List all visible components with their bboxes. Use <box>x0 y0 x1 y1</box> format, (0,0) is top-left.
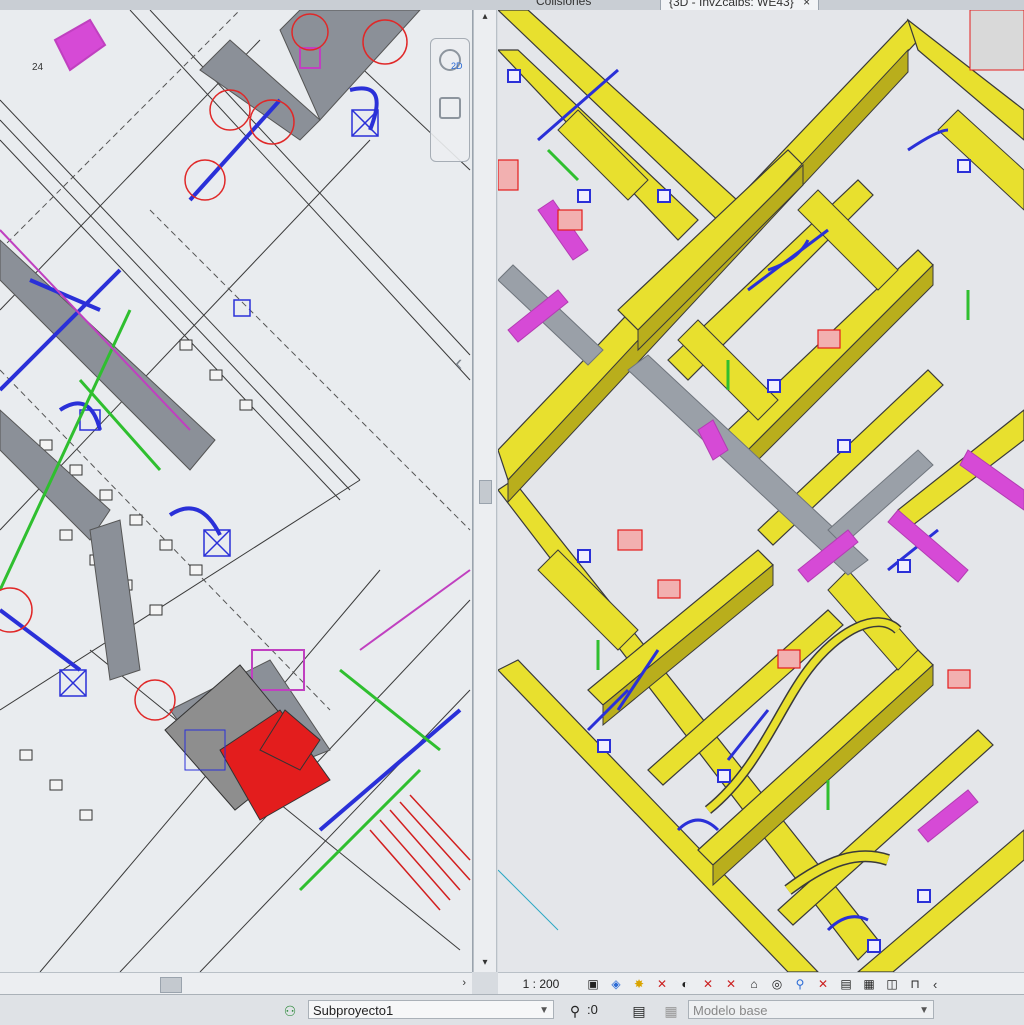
left-horizontal-scrollbar[interactable]: › <box>0 972 472 995</box>
scroll-down-icon[interactable]: ▾ <box>480 958 490 968</box>
scroll-thumb[interactable] <box>479 480 492 504</box>
status-bar: ⚇ Subproyecto1 ▼ ⚲ :0 ▤ ▦ Modelo base ▼ <box>0 994 1024 1025</box>
temporary-properties-icon[interactable]: ▤ <box>837 976 855 992</box>
zoom-icon[interactable] <box>439 97 461 119</box>
scroll-thumb[interactable] <box>160 977 182 993</box>
model-icon[interactable]: ▦ <box>662 1002 680 1020</box>
render-icon[interactable]: ◐ <box>676 976 694 992</box>
3d-model-drawing <box>498 10 1024 972</box>
highlight-displacement-icon[interactable]: ◫ <box>883 976 901 992</box>
chevron-left-icon[interactable]: ‹ <box>933 977 937 992</box>
shadows-icon[interactable]: ✕ <box>653 976 671 992</box>
workset-icon[interactable]: ⚇ <box>281 1002 299 1020</box>
left-vertical-scrollbar[interactable]: ▴ ▾ <box>473 10 497 972</box>
reveal-constraints-icon[interactable]: ⊓ <box>906 976 924 992</box>
3d-view[interactable]: → <box>498 10 1024 972</box>
navwheel-mode-label: 2D <box>451 61 463 71</box>
view-tab-strip: Colisiones {3D - InvZcalbs: WE43} × <box>0 0 1024 10</box>
scroll-right-icon[interactable]: › <box>462 977 466 989</box>
editable-count: :0 <box>587 1002 598 1017</box>
tab-3d-view[interactable]: {3D - InvZcalbs: WE43} × <box>660 0 820 10</box>
tab-label: {3D - InvZcalbs: WE43} <box>669 0 794 9</box>
detail-level-icon[interactable]: ▣ <box>584 976 602 992</box>
plan-drawing: 24 <box>0 10 472 972</box>
view-scale[interactable]: 1 : 200 <box>498 977 584 991</box>
crop-view-icon[interactable]: ✕ <box>699 976 717 992</box>
worksharing-display-icon[interactable]: ✕ <box>814 976 832 992</box>
workset-value: Subproyecto1 <box>313 1003 394 1018</box>
visual-style-icon[interactable]: ◈ <box>607 976 625 992</box>
temporary-hide-icon[interactable]: ◎ <box>768 976 786 992</box>
chevron-down-icon[interactable]: ▼ <box>539 1001 549 1020</box>
editable-icon[interactable]: ⚲ <box>566 1002 584 1020</box>
scroll-up-icon[interactable]: ▴ <box>480 12 490 22</box>
close-icon[interactable]: × <box>803 0 810 9</box>
plan-view-2d[interactable]: 24 2D ‹ <box>0 10 473 972</box>
lock-3d-icon[interactable]: ⌂ <box>745 976 763 992</box>
reveal-hidden-icon[interactable]: ⚲ <box>791 976 809 992</box>
chevron-left-icon[interactable]: ‹ <box>455 350 462 376</box>
chevron-down-icon[interactable]: ▼ <box>919 1001 929 1020</box>
navigation-bar[interactable]: 2D <box>430 38 470 162</box>
analytical-model-icon[interactable]: ▦ <box>860 976 878 992</box>
show-crop-icon[interactable]: ✕ <box>722 976 740 992</box>
tab-colisiones[interactable]: Colisiones <box>528 0 599 9</box>
design-option-value: Modelo base <box>693 1003 768 1018</box>
view-control-bar: 1 : 200 ▣ ◈ ✸ ✕ ◐ ✕ ✕ ⌂ ◎ ⚲ ✕ ▤ ▦ ◫ ⊓ ‹ <box>498 972 1024 995</box>
room-number-label: 24 <box>32 62 44 73</box>
sun-path-icon[interactable]: ✸ <box>630 976 648 992</box>
tab-label: Colisiones <box>536 0 592 8</box>
workset-select[interactable]: Subproyecto1 ▼ <box>308 1000 554 1019</box>
design-option-select[interactable]: Modelo base ▼ <box>688 1000 934 1019</box>
design-option-icon[interactable]: ▤ <box>630 1002 648 1020</box>
